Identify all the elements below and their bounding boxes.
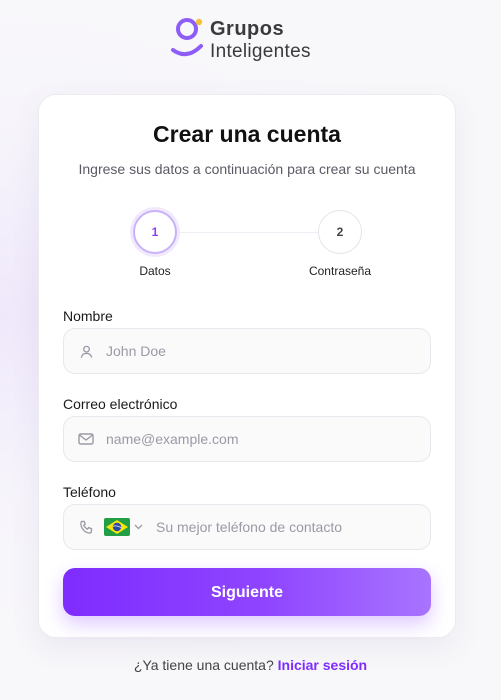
user-icon [78, 343, 94, 359]
signup-card: Crear una cuenta Ingrese sus datos a con… [38, 94, 456, 638]
step-2-label: Contraseña [308, 264, 372, 278]
brand-logo: Grupos Inteligentes [170, 16, 311, 61]
page-subtitle: Ingrese sus datos a continuación para cr… [78, 161, 416, 177]
next-button[interactable]: Siguiente [63, 568, 431, 616]
phone-label: Teléfono [63, 484, 116, 500]
signin-link[interactable]: Iniciar sesión [278, 657, 367, 673]
name-placeholder: John Doe [106, 343, 166, 359]
step-1-indicator: 1 [133, 210, 177, 254]
signin-prompt: ¿Ya tiene una cuenta? Iniciar sesión [0, 657, 501, 673]
email-placeholder: name@example.com [106, 431, 239, 447]
phone-placeholder: Su mejor teléfono de contacto [156, 519, 343, 535]
step-1-label: Datos [139, 264, 171, 278]
stepper: 1 2 Datos Contraseña [39, 209, 455, 279]
email-label: Correo electrónico [63, 396, 178, 412]
brand-name-line2: Inteligentes [210, 41, 311, 62]
logo-icon [171, 18, 203, 57]
brand-name-line1: Grupos [210, 18, 285, 40]
stepper-connector [177, 232, 319, 233]
mail-icon [78, 431, 94, 447]
chevron-down-icon[interactable] [134, 522, 144, 532]
phone-icon [78, 519, 94, 535]
phone-field[interactable]: Su mejor teléfono de contacto [63, 504, 431, 550]
name-label: Nombre [63, 308, 113, 324]
signin-prompt-text: ¿Ya tiene una cuenta? [133, 657, 274, 673]
name-field[interactable]: John Doe [63, 328, 431, 374]
step-2-indicator: 2 [318, 210, 362, 254]
page-title: Crear una cuenta [153, 121, 341, 147]
brazil-flag-icon[interactable] [104, 518, 130, 536]
email-field[interactable]: name@example.com [63, 416, 431, 462]
